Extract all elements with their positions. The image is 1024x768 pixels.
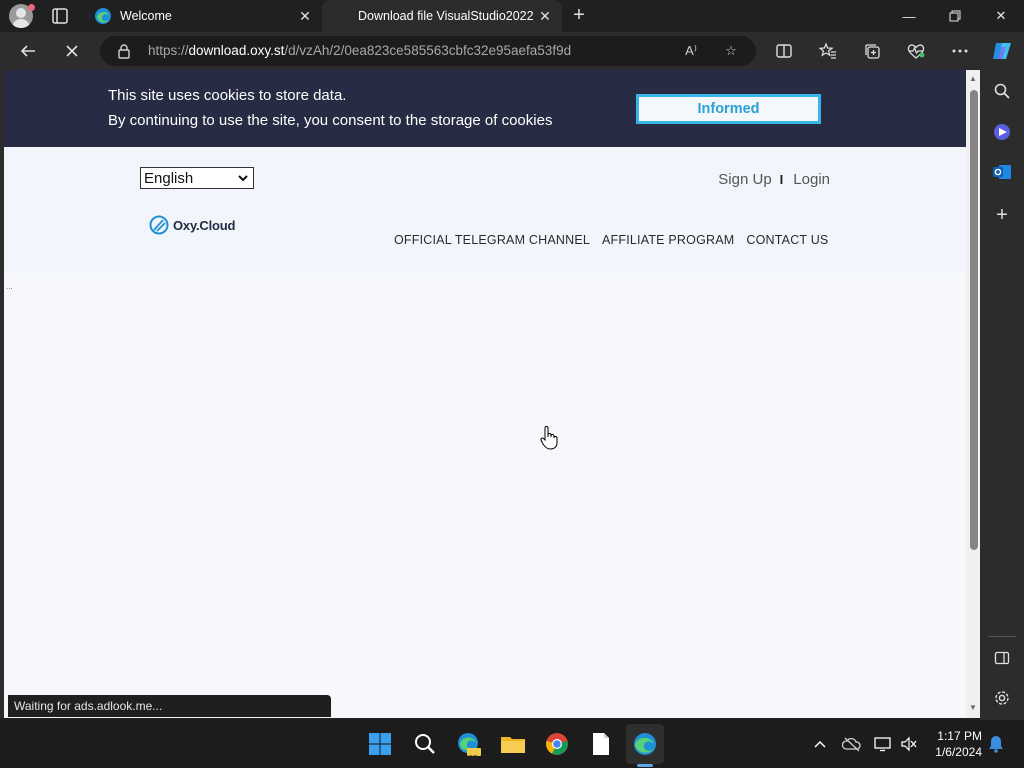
edge-preview-icon[interactable] xyxy=(455,730,483,758)
url-domain: download.oxy.st xyxy=(188,43,285,58)
address-bar[interactable]: https://download.oxy.st/d/vzAh/2/0ea823c… xyxy=(100,36,756,66)
read-aloud-icon[interactable]: A⁾ xyxy=(680,41,702,61)
favorite-star-icon[interactable]: ☆ xyxy=(720,41,742,61)
tab-bar: Welcome ✕ Download file VisualStudio2022… xyxy=(0,0,1024,32)
scrollbar-thumb[interactable] xyxy=(970,90,978,550)
hand-cursor-icon xyxy=(540,426,558,455)
edge-favicon-icon xyxy=(95,8,111,24)
edge-preview-badge: PRE xyxy=(465,756,478,762)
nav-contact-us[interactable]: CONTACT US xyxy=(746,233,828,247)
browser-toolbar: https://download.oxy.st/d/vzAh/2/0ea823c… xyxy=(0,32,1024,70)
more-options-icon[interactable] xyxy=(946,37,974,65)
tab-title: Download file VisualStudio2022.z xyxy=(358,9,534,23)
nav-affiliate-program[interactable]: AFFILIATE PROGRAM xyxy=(602,233,734,247)
sidebar-search-icon[interactable] xyxy=(991,80,1013,102)
oxy-cloud-logo[interactable]: Oxy.Cloud xyxy=(149,215,235,235)
tab-welcome[interactable]: Welcome ✕ xyxy=(84,0,322,32)
signup-link[interactable]: Sign Up xyxy=(718,171,771,188)
chrome-icon[interactable] xyxy=(543,730,571,758)
logo-text: Oxy.Cloud xyxy=(173,217,236,233)
profile-head-shape xyxy=(16,8,26,18)
tab-title: Welcome xyxy=(120,9,172,23)
sidebar-settings-gear-icon[interactable] xyxy=(991,687,1013,709)
split-screen-icon[interactable] xyxy=(770,37,798,65)
cookie-informed-button[interactable]: Informed xyxy=(636,94,821,124)
clock-date: 1/6/2024 xyxy=(935,745,982,759)
scroll-down-arrow-icon[interactable]: ▼ xyxy=(969,703,977,712)
page-viewport: This site uses cookies to store data. By… xyxy=(0,70,980,718)
notifications-bell-icon[interactable] xyxy=(986,734,1006,754)
cookie-text-line1: This site uses cookies to store data. xyxy=(108,87,347,104)
cookie-banner: This site uses cookies to store data. By… xyxy=(4,70,966,147)
start-windows-icon[interactable] xyxy=(366,730,394,758)
status-bar: Waiting for ads.adlook.me... xyxy=(8,695,331,717)
nav-telegram-channel[interactable]: OFFICIAL TELEGRAM CHANNEL xyxy=(394,233,590,247)
screen: Welcome ✕ Download file VisualStudio2022… xyxy=(0,0,1024,768)
volume-muted-icon[interactable] xyxy=(899,734,919,754)
sidebar-hide-icon[interactable] xyxy=(991,647,1013,669)
edge-sidebar: + xyxy=(980,70,1024,720)
ellipsis-marker: ... xyxy=(6,282,13,291)
sidebar-copilot-icon[interactable] xyxy=(991,121,1013,143)
profile-body-shape xyxy=(12,19,30,28)
url-prefix: https:// xyxy=(148,43,189,58)
language-select[interactable]: English xyxy=(140,167,254,189)
main-nav: OFFICIAL TELEGRAM CHANNEL AFFILIATE PROG… xyxy=(394,233,828,247)
notepad-file-icon[interactable] xyxy=(587,730,615,758)
auth-links: Sign Up I Login xyxy=(718,171,830,188)
tab-close-icon[interactable]: ✕ xyxy=(534,5,556,27)
favorites-icon[interactable] xyxy=(814,37,842,65)
browser-essentials-icon[interactable] xyxy=(902,37,930,65)
url-text[interactable]: https://download.oxy.st/d/vzAh/2/0ea823c… xyxy=(148,43,571,58)
collections-icon[interactable] xyxy=(858,37,886,65)
new-tab-icon[interactable]: + xyxy=(568,5,590,27)
tray-overflow-chevron-icon[interactable] xyxy=(810,734,830,754)
tab-download[interactable]: Download file VisualStudio2022.z ✕ xyxy=(322,0,562,32)
language-selected-value: English xyxy=(144,169,194,187)
stop-loading-icon[interactable] xyxy=(58,37,86,65)
taskbar-active-indicator xyxy=(637,764,653,767)
auth-separator: I xyxy=(779,172,784,187)
minimize-icon[interactable]: — xyxy=(886,0,932,32)
back-icon[interactable] xyxy=(14,37,42,65)
tab-actions-icon[interactable] xyxy=(50,6,70,26)
close-window-icon[interactable]: ✕ xyxy=(978,0,1024,32)
lock-icon[interactable] xyxy=(116,43,132,59)
onedrive-offline-icon[interactable] xyxy=(842,734,862,754)
edge-taskbar-icon[interactable] xyxy=(631,730,659,758)
sidebar-divider xyxy=(988,636,1016,637)
sidebar-add-icon[interactable]: + xyxy=(991,204,1013,226)
network-display-icon[interactable] xyxy=(873,734,893,754)
window-controls: — ✕ xyxy=(886,0,1024,32)
site-header: English Sign Up I Login Oxy.Cloud OFFICI… xyxy=(4,147,966,273)
cookie-text-line2: By continuing to use the site, you conse… xyxy=(108,112,553,129)
taskbar-search-icon[interactable] xyxy=(411,730,439,758)
page-scrollbar[interactable]: ▲ ▼ xyxy=(966,70,980,718)
login-link[interactable]: Login xyxy=(793,171,830,188)
sidebar-outlook-icon[interactable] xyxy=(991,161,1013,183)
file-explorer-icon[interactable] xyxy=(499,730,527,758)
copilot-icon[interactable] xyxy=(988,37,1016,65)
url-path: /d/vzAh/2/0ea823ce585563cbfc32e95aefa53f… xyxy=(284,43,572,58)
clock-time: 1:17 PM xyxy=(937,729,982,743)
restore-icon[interactable] xyxy=(932,0,978,32)
chevron-down-icon xyxy=(238,175,248,182)
tab-close-icon[interactable]: ✕ xyxy=(294,5,316,27)
taskbar-clock[interactable]: 1:17 PM 1/6/2024 xyxy=(922,728,982,760)
profile-notification-dot xyxy=(28,4,35,11)
windows-taskbar: PRE 1:17 PM 1/6/2024 xyxy=(0,720,1024,768)
scroll-up-arrow-icon[interactable]: ▲ xyxy=(969,74,977,83)
oxy-cloud-logo-icon xyxy=(149,215,169,235)
